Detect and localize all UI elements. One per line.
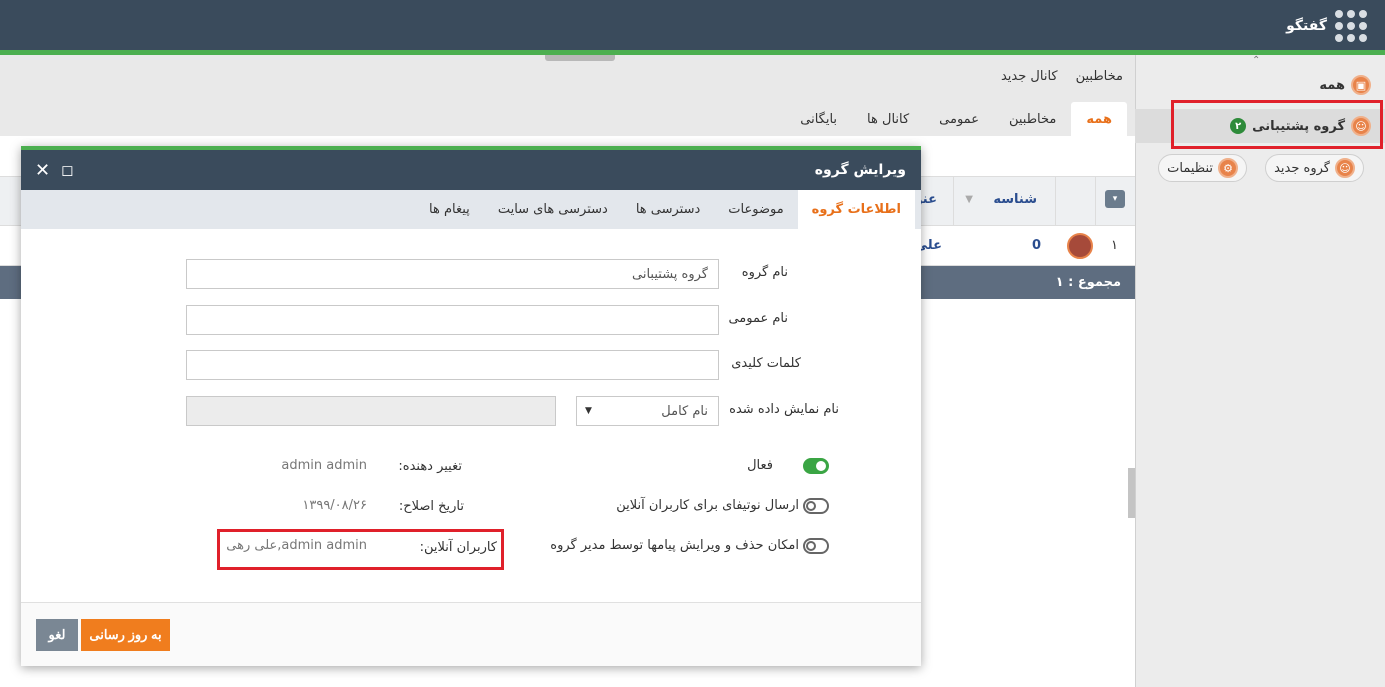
chevron-up-icon[interactable]: ⌃ <box>1252 55 1260 66</box>
gear-icon: ⚙ <box>1218 158 1238 178</box>
public-name-input[interactable] <box>186 305 719 335</box>
tab-permissions[interactable]: دسترسی ها <box>622 190 714 229</box>
edit-delete-label: امکان حذف و ویرایش پیامها توسط مدیر گروه <box>550 538 799 553</box>
modifier-label: تغییر دهنده: <box>398 459 462 474</box>
close-icon[interactable]: ✕ <box>35 160 50 181</box>
tab-channels[interactable]: کانال ها <box>852 102 924 136</box>
tab-group-info[interactable]: اطلاعات گروه <box>797 190 915 229</box>
group-name-label: نام گروه <box>741 265 788 280</box>
modifier-value: admin admin <box>281 458 367 473</box>
app-title: گفتگو <box>1286 18 1327 34</box>
keywords-label: کلمات کلیدی <box>731 356 801 371</box>
tab-messages[interactable]: پیغام ها <box>415 190 484 229</box>
column-header-id[interactable]: شناسه <box>993 192 1037 207</box>
tab-all[interactable]: همه <box>1071 102 1127 136</box>
cancel-button[interactable]: لغو <box>36 619 78 651</box>
keywords-input[interactable] <box>186 350 719 380</box>
maximize-icon[interactable]: ◻ <box>61 161 73 179</box>
tab-archive[interactable]: بایگانی <box>785 102 852 136</box>
avatar <box>1067 233 1093 259</box>
modal-title: ویرایش گروه <box>814 162 906 178</box>
filter-icon[interactable]: ▼ <box>965 194 973 205</box>
display-name-preview <box>186 396 556 426</box>
column-menu-icon[interactable]: ▾ <box>1105 190 1125 208</box>
scrollbar[interactable] <box>1128 468 1135 518</box>
top-bar: گفتگو <box>0 0 1385 50</box>
update-button[interactable]: به روز رسانی <box>81 619 170 651</box>
submenu-new-channel[interactable]: کانال جدید <box>1001 69 1058 84</box>
display-name-label: نام نمایش داده شده <box>729 402 839 417</box>
tab-site-permissions[interactable]: دسترسی های سایت <box>484 190 622 229</box>
highlight-box <box>1171 100 1383 149</box>
submenu: مخاطبین کانال جدید <box>1001 69 1123 84</box>
modal-footer: به روز رسانی لغو <box>21 602 921 666</box>
edit-delete-toggle[interactable] <box>803 538 829 554</box>
main-tabs: همه مخاطبین عمومی کانال ها بایگانی <box>785 102 1127 136</box>
settings-label: تنظیمات <box>1167 160 1213 176</box>
modified-date-label: تاریخ اصلاح: <box>398 499 464 514</box>
new-group-label: گروه جدید <box>1274 160 1330 176</box>
collapse-handle[interactable] <box>545 55 615 61</box>
apps-grid-icon[interactable] <box>1335 10 1367 42</box>
user-group-icon: ☺ <box>1335 158 1355 178</box>
sidebar: ⌃ ▣ همه ☺ گروه پشتیبانی ۲ ☺ گروه جدید ⚙ … <box>1135 55 1385 687</box>
group-name-input[interactable]: گروه پشتیبانی <box>186 259 719 289</box>
chevron-down-icon: ▼ <box>585 406 592 416</box>
tab-topics[interactable]: موضوعات <box>714 190 797 229</box>
active-label: فعال <box>747 458 773 473</box>
highlight-box <box>217 529 504 570</box>
row-index: ۱ <box>1111 238 1118 253</box>
tab-public[interactable]: عمومی <box>924 102 994 136</box>
tab-contacts[interactable]: مخاطبین <box>994 102 1071 136</box>
edit-group-dialog: ویرایش گروه ✕ ◻ اطلاعات گروه موضوعات دست… <box>21 146 921 666</box>
public-name-label: نام عمومی <box>728 311 788 326</box>
submenu-contacts[interactable]: مخاطبین <box>1076 69 1123 84</box>
modal-tabs: اطلاعات گروه موضوعات دسترسی ها دسترسی ها… <box>21 190 921 229</box>
display-name-selected: نام کامل <box>661 403 708 419</box>
app-logo[interactable]: گفتگو <box>1286 10 1367 42</box>
active-toggle[interactable] <box>803 458 829 474</box>
display-name-select[interactable]: نام کامل ▼ <box>576 396 719 426</box>
settings-button[interactable]: ⚙ تنظیمات <box>1158 154 1247 182</box>
modal-header: ویرایش گروه ✕ ◻ <box>21 150 921 190</box>
new-group-button[interactable]: ☺ گروه جدید <box>1265 154 1364 182</box>
notify-toggle[interactable] <box>803 498 829 514</box>
notify-label: ارسال نوتیفای برای کاربران آنلاین <box>616 498 799 513</box>
modified-date-value: ۱۳۹۹/۰۸/۲۶ <box>302 498 367 513</box>
sidebar-item-all[interactable]: ▣ همه <box>1135 68 1385 102</box>
sidebar-item-label: همه <box>1319 77 1345 93</box>
row-id: 0 <box>1031 238 1041 253</box>
group-icon: ▣ <box>1351 75 1371 95</box>
